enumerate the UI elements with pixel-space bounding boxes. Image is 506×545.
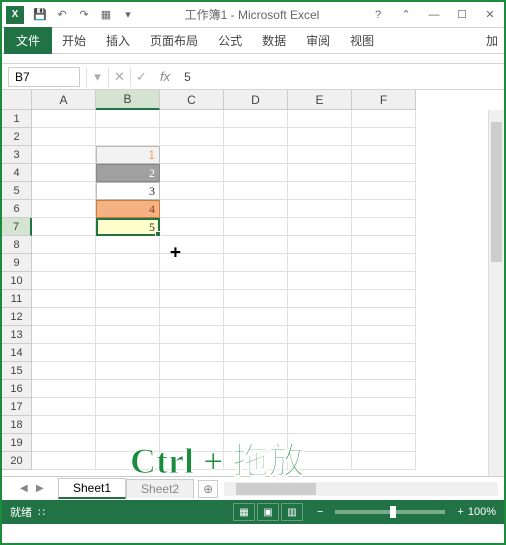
tab-page-layout[interactable]: 页面布局 [140, 28, 208, 53]
name-box-dropdown-icon[interactable]: ▾ [86, 67, 108, 87]
row-header[interactable]: 7 [2, 218, 32, 236]
col-header-F[interactable]: F [352, 90, 416, 110]
row-header[interactable]: 9 [2, 254, 32, 272]
col-header-B[interactable]: B [96, 90, 160, 110]
sheet-nav: ◀ ▶ [20, 483, 48, 494]
row-header[interactable]: 12 [2, 308, 32, 326]
row-header[interactable]: 4 [2, 164, 32, 182]
formula-bar: B7 ▾ ✕ ✓ fx 5 [2, 64, 504, 90]
row-header[interactable]: 15 [2, 362, 32, 380]
cell-B6[interactable]: 4 [96, 200, 160, 218]
row-header[interactable]: 20 [2, 452, 32, 470]
row-header[interactable]: 2 [2, 128, 32, 146]
row-header[interactable]: 1 [2, 110, 32, 128]
col-header-A[interactable]: A [32, 90, 96, 110]
fill-cursor-icon: + [170, 242, 181, 263]
spreadsheet-grid: A B C D E F 1 2 3 4 5 6 7 8 9 10 11 12 1… [2, 90, 504, 476]
sheet-nav-prev-icon[interactable]: ◀ [20, 483, 32, 494]
cell-B4[interactable]: 2 [96, 164, 160, 182]
cells[interactable]: 1 2 3 4 5 [32, 110, 416, 470]
name-box[interactable]: B7 [8, 67, 80, 87]
col-header-C[interactable]: C [160, 90, 224, 110]
titlebar: X 💾 ↶ ↷ ▦ ▾ 工作簿1 - Microsoft Excel ? ⌃ —… [2, 2, 504, 28]
column-headers: A B C D E F [2, 90, 504, 110]
tab-review[interactable]: 审阅 [296, 28, 340, 53]
qat-dropdown-icon[interactable]: ▾ [120, 7, 136, 23]
row-header[interactable]: 11 [2, 290, 32, 308]
excel-app-icon[interactable]: X [6, 6, 24, 24]
tab-addins[interactable]: 加 [476, 28, 504, 53]
zoom-percent[interactable]: 100% [468, 506, 496, 518]
row-header[interactable]: 5 [2, 182, 32, 200]
close-button[interactable]: ✕ [480, 7, 500, 23]
row-header[interactable]: 16 [2, 380, 32, 398]
cell-B5[interactable]: 3 [96, 182, 160, 200]
minimize-button[interactable]: — [424, 7, 444, 23]
scrollbar-thumb[interactable] [236, 483, 316, 495]
zoom-slider[interactable] [335, 510, 445, 514]
enter-icon[interactable]: ✓ [130, 67, 152, 87]
grid-icon[interactable]: ▦ [98, 7, 114, 23]
row-header[interactable]: 3 [2, 146, 32, 164]
col-header-D[interactable]: D [224, 90, 288, 110]
tab-insert[interactable]: 插入 [96, 28, 140, 53]
tab-view[interactable]: 视图 [340, 28, 384, 53]
help-button[interactable]: ? [368, 7, 388, 23]
status-ready: 就绪 [10, 504, 32, 520]
row-header[interactable]: 6 [2, 200, 32, 218]
ribbon-tabs: 文件 开始 插入 页面布局 公式 数据 审阅 视图 加 [2, 28, 504, 54]
tab-file[interactable]: 文件 [4, 27, 52, 54]
row-header[interactable]: 10 [2, 272, 32, 290]
row-header[interactable]: 17 [2, 398, 32, 416]
horizontal-scrollbar[interactable] [224, 482, 498, 496]
row-header[interactable]: 19 [2, 434, 32, 452]
page-layout-view-icon[interactable]: ▣ [257, 503, 279, 521]
row-header[interactable]: 14 [2, 344, 32, 362]
tab-formulas[interactable]: 公式 [208, 28, 252, 53]
row-header[interactable]: 8 [2, 236, 32, 254]
sheet-nav-next-icon[interactable]: ▶ [36, 483, 48, 494]
cell-B3[interactable]: 1 [96, 146, 160, 164]
window-title: 工作簿1 - Microsoft Excel [136, 6, 368, 23]
sheet-tab-sheet1[interactable]: Sheet1 [58, 478, 126, 499]
zoom-out-button[interactable]: − [313, 506, 327, 518]
vertical-scrollbar[interactable] [488, 110, 504, 476]
undo-icon[interactable]: ↶ [54, 7, 70, 23]
tab-data[interactable]: 数据 [252, 28, 296, 53]
cell-B7[interactable]: 5 [96, 218, 160, 236]
ribbon-collapse-icon[interactable]: ⌃ [396, 7, 416, 23]
status-bar: 就绪 ∷ ▦ ▣ ▥ − + 100% [2, 500, 504, 524]
window-controls: ? ⌃ — ☐ ✕ [368, 7, 500, 23]
ribbon-collapsed [2, 54, 504, 64]
redo-icon[interactable]: ↷ [76, 7, 92, 23]
select-all-corner[interactable] [2, 90, 32, 110]
save-icon[interactable]: 💾 [32, 7, 48, 23]
annotation-overlay: Ctrl + 拖放 [130, 432, 304, 484]
zoom-slider-thumb[interactable] [390, 506, 396, 518]
row-header[interactable]: 18 [2, 416, 32, 434]
maximize-button[interactable]: ☐ [452, 7, 472, 23]
quick-access-toolbar: 💾 ↶ ↷ ▦ ▾ [32, 7, 136, 23]
scrollbar-thumb[interactable] [491, 122, 502, 262]
tab-home[interactable]: 开始 [52, 28, 96, 53]
normal-view-icon[interactable]: ▦ [233, 503, 255, 521]
cancel-icon[interactable]: ✕ [108, 67, 130, 87]
zoom-in-button[interactable]: + [453, 506, 467, 518]
view-buttons: ▦ ▣ ▥ [233, 503, 303, 521]
formula-input[interactable]: 5 [178, 70, 504, 84]
macro-record-icon[interactable]: ∷ [38, 506, 45, 519]
page-break-view-icon[interactable]: ▥ [281, 503, 303, 521]
col-header-E[interactable]: E [288, 90, 352, 110]
row-headers: 1 2 3 4 5 6 7 8 9 10 11 12 13 14 15 16 1… [2, 110, 32, 470]
row-header[interactable]: 13 [2, 326, 32, 344]
fx-label[interactable]: fx [152, 69, 178, 84]
